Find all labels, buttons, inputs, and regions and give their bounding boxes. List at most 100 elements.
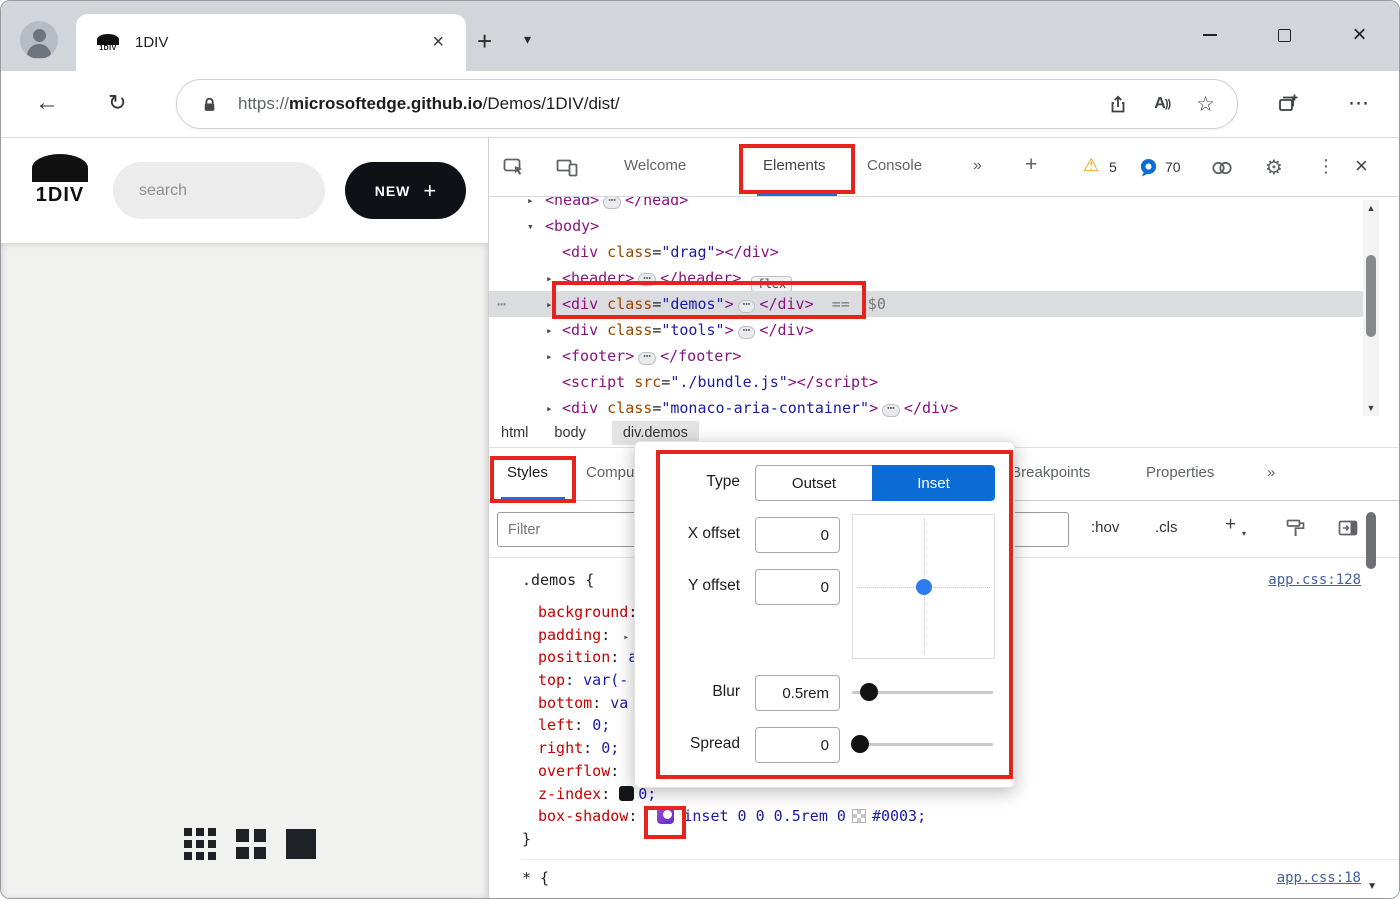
back-button[interactable]: ← [35,89,59,117]
styles-scroll-down-icon[interactable]: ▼ [1367,881,1377,892]
expand-children-button[interactable]: ⋯ [737,324,756,339]
maximize-button[interactable] [1247,1,1322,69]
css-property-value[interactable]: inset 0 0 0.5rem 0 [683,807,846,825]
outset-button[interactable]: Outset [755,465,873,501]
x-offset-input[interactable] [755,517,840,553]
value-swatch[interactable] [619,785,635,801]
css-property-name[interactable]: background [538,603,628,621]
profile-avatar[interactable] [20,21,58,59]
collections-icon[interactable] [1277,93,1299,115]
styles-scrollbar-thumb[interactable] [1366,512,1376,569]
expand-children-button[interactable]: ⋯ [638,350,657,365]
flex-badge[interactable]: flex [751,275,793,293]
inspect-element-icon[interactable] [502,155,526,179]
color-swatch[interactable] [851,809,866,824]
dom-tree-row[interactable]: <script src="./bundle.js"></script> [489,369,1365,395]
css-property-name[interactable]: z-index [538,785,601,803]
tab-close-icon[interactable]: × [432,31,444,54]
blur-input[interactable] [755,675,840,711]
css-property-name[interactable]: padding [538,626,601,644]
issues-icon[interactable] [1139,158,1158,177]
css-selector[interactable]: .demos { [522,571,594,589]
device-toolbar-icon[interactable] [555,155,579,179]
issues-count[interactable]: 70 [1165,159,1181,175]
breadcrumb-body[interactable]: body [554,425,585,441]
paint-tool-icon[interactable] [1285,517,1307,539]
inset-button[interactable]: Inset [872,465,995,501]
css-property-name[interactable]: right [538,739,583,757]
blur-slider[interactable] [852,683,993,701]
new-style-rule-button[interactable]: + [1225,514,1236,536]
more-style-tabs-icon[interactable]: » [1267,464,1275,481]
shadow-direction-pad[interactable] [852,514,995,659]
element-class-toggle[interactable]: .cls [1155,519,1178,536]
tab-elements[interactable]: Elements [763,157,826,174]
scrollbar-thumb[interactable] [1366,255,1376,337]
search-input[interactable] [113,162,325,219]
lock-icon[interactable] [201,96,218,113]
shadow-editor-icon[interactable] [657,807,675,825]
minimize-button[interactable] [1172,1,1247,69]
spread-slider-knob[interactable] [851,735,870,753]
expand-children-button[interactable]: ⋯ [603,197,622,209]
dom-row-menu-icon[interactable]: ⋯ [497,295,506,313]
y-offset-input[interactable] [755,569,840,605]
css-property-name[interactable]: box-shadow [538,807,628,825]
dom-scrollbar[interactable]: ▲ ▼ [1363,200,1379,416]
css-property-name[interactable]: overflow [538,762,610,780]
dom-tree-row[interactable]: ▾ <body> [489,213,1365,239]
read-aloud-icon[interactable]: A)) [1154,95,1171,113]
grid-large-view-icon[interactable] [236,829,266,859]
expand-arrow-icon[interactable]: ▸ [546,350,553,363]
spread-input[interactable] [755,727,840,763]
close-window-button[interactable]: × [1322,1,1397,69]
scroll-up-icon[interactable]: ▲ [1363,203,1379,213]
focus-mode-icon[interactable] [1211,159,1233,177]
expand-arrow-icon[interactable]: ▸ [546,324,553,337]
dom-tree-row[interactable]: ▸ <header> ⋯ </header> flex [489,265,1365,293]
grid-small-view-icon[interactable] [184,828,216,860]
dom-tree-row[interactable]: ▸ <head> ⋯ </head> [489,197,1365,213]
tab-console[interactable]: Console [867,157,922,174]
new-button[interactable]: NEW + [345,162,466,219]
scroll-down-icon[interactable]: ▼ [1363,403,1379,413]
pseudo-state-toggle[interactable]: :hov [1091,519,1119,536]
expand-arrow-icon[interactable]: ▸ [546,402,553,415]
new-tab-button[interactable]: + [477,26,492,57]
url-text[interactable]: https://microsoftedge.github.io/Demos/1D… [238,94,620,114]
dom-tree-row[interactable]: <div class="drag"></div> [489,239,1365,265]
browser-menu-icon[interactable]: ⋯ [1348,91,1369,116]
tab-styles[interactable]: Styles [507,464,548,481]
spread-slider[interactable] [851,735,993,753]
shadow-position-handle[interactable] [915,578,932,595]
dom-tree-row[interactable]: ▸ <div class="tools"> ⋯ </div> [489,317,1365,343]
add-panel-icon[interactable]: + [1025,153,1037,177]
settings-gear-icon[interactable]: ⚙ [1265,155,1283,180]
devtools-menu-icon[interactable]: ⋮ [1317,156,1335,177]
css-source-link[interactable]: app.css:128 [1268,568,1361,592]
css-property-value[interactable]: 0; [592,716,610,734]
dom-tree-row[interactable]: ▸ <div class="monaco-aria-container"> ⋯ </d… [489,395,1365,418]
favorites-star-icon[interactable]: ☆ [1196,92,1215,117]
css-property-name[interactable]: left [538,716,574,734]
expand-arrow-icon[interactable]: ▸ [546,272,553,285]
css-selector[interactable]: * { [522,869,549,887]
refresh-button[interactable]: ↻ [108,90,126,116]
tab-properties[interactable]: Properties [1146,464,1214,481]
expand-children-button[interactable]: ⋯ [737,298,756,313]
css-property-name[interactable]: bottom [538,694,592,712]
address-bar[interactable]: https://microsoftedge.github.io/Demos/1D… [176,79,1238,129]
dom-tree-row[interactable]: ⋯ ▸ <div class="demos"> ⋯ </div> == $0 [489,291,1365,317]
css-property-value[interactable]: va [610,694,628,712]
expand-arrow-icon[interactable]: ▸ [527,197,534,207]
browser-tab[interactable]: 1DIV 1DIV × [76,14,466,71]
share-icon[interactable] [1108,94,1128,114]
more-tabs-icon[interactable]: » [973,157,982,175]
css-property-value[interactable]: var(- [583,671,628,689]
expand-shorthand-icon[interactable]: ▸ [623,632,629,643]
blur-slider-knob[interactable] [859,683,878,701]
css-property-value[interactable]: 0; [601,739,619,757]
warnings-count[interactable]: 5 [1109,159,1117,175]
single-view-icon[interactable] [286,829,316,859]
close-devtools-icon[interactable]: × [1355,153,1368,179]
